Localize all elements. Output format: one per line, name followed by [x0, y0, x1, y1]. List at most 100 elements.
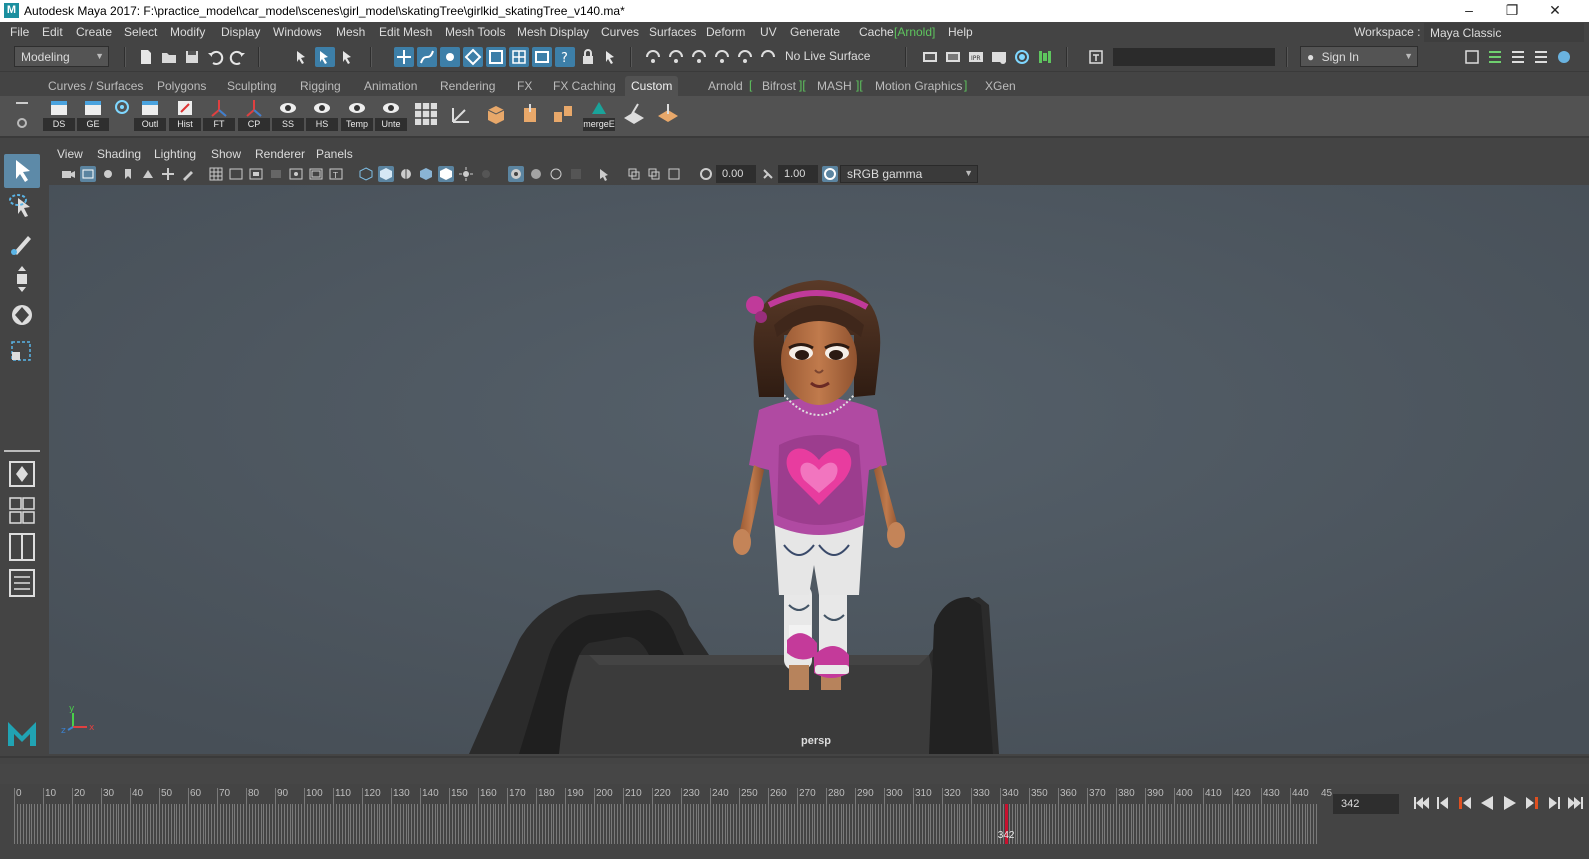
redo-icon[interactable]	[228, 47, 248, 67]
make-live-icon[interactable]	[509, 47, 529, 67]
shelf-button-mesh-tool-a[interactable]	[480, 98, 512, 134]
select-camera-icon[interactable]	[60, 166, 76, 182]
menu-deform[interactable]: Deform	[706, 25, 745, 39]
rotate-tool-icon[interactable]	[4, 298, 40, 332]
live-surface-field[interactable]: No Live Surface	[779, 46, 875, 67]
frame-all-icon[interactable]	[626, 166, 642, 182]
tab-rendering[interactable]: Rendering	[434, 76, 501, 96]
shelf-button-history[interactable]: Hist	[169, 98, 201, 134]
symmetry-icon[interactable]: ?	[555, 47, 575, 67]
current-frame-field[interactable]: 342	[1333, 794, 1399, 814]
play-backwards-icon[interactable]	[1477, 794, 1497, 812]
gate-mask-icon[interactable]	[268, 166, 284, 182]
paint-select-tool-icon[interactable]	[4, 226, 40, 260]
menu-display[interactable]: Display	[221, 25, 260, 39]
menu-curves[interactable]: Curves	[601, 25, 639, 39]
hypershade-icon[interactable]	[1012, 47, 1032, 67]
menu-arnold[interactable]: [Arnold]	[894, 25, 935, 39]
snap-to-surface-icon[interactable]	[712, 47, 732, 67]
quick-search-input[interactable]	[1113, 48, 1275, 66]
isolate-select-icon[interactable]	[508, 166, 524, 182]
menu-mesh-tools[interactable]: Mesh Tools	[445, 25, 505, 39]
shelf-button-ge[interactable]: GE	[77, 98, 109, 134]
shadows-icon[interactable]	[458, 166, 474, 182]
textured-icon[interactable]	[418, 166, 434, 182]
tab-curves-surfaces[interactable]: Curves / Surfaces	[42, 76, 149, 96]
render-view-icon[interactable]	[989, 47, 1009, 67]
gamma-field[interactable]: 1.00	[778, 165, 818, 183]
grease-pencil-icon[interactable]	[180, 166, 196, 182]
safe-title-icon[interactable]: T	[328, 166, 344, 182]
select-by-component-icon[interactable]	[338, 47, 358, 67]
four-view-layout-icon[interactable]	[4, 494, 40, 528]
shelf-button-ds[interactable]: DS	[43, 98, 75, 134]
select-highlighted-icon[interactable]	[601, 47, 621, 67]
move-tool-icon[interactable]	[4, 262, 40, 296]
arnold-render-icon[interactable]	[1035, 47, 1055, 67]
menu-mesh[interactable]: Mesh	[336, 25, 365, 39]
tab-animation[interactable]: Animation	[358, 76, 423, 96]
menu-help[interactable]: Help	[948, 25, 973, 39]
minimize-button[interactable]: –	[1449, 0, 1489, 22]
menu-surfaces[interactable]: Surfaces	[649, 25, 696, 39]
snap-point-icon[interactable]	[440, 47, 460, 67]
modeling-toolkit-icon[interactable]	[1462, 47, 1482, 67]
input-line-icon[interactable]	[1086, 47, 1106, 67]
magnet-icon[interactable]	[532, 47, 552, 67]
single-perspective-layout-icon[interactable]	[4, 458, 40, 492]
scale-tool-icon[interactable]	[4, 334, 40, 368]
two-view-layout-icon[interactable]	[4, 530, 40, 564]
menu-windows[interactable]: Windows	[273, 25, 322, 39]
shelf-button-plane-tool[interactable]	[652, 98, 684, 134]
outliner-layout-icon[interactable]	[4, 566, 40, 600]
select-by-hierarchy-icon[interactable]	[292, 47, 312, 67]
panel-menu-show[interactable]: Show	[211, 147, 241, 161]
timeline-track[interactable]: 0 10 20 30 40 50 60 70 80 90 100 110 120 130 140 150 160…	[14, 786, 1332, 858]
lasso-tool-icon[interactable]	[4, 190, 40, 224]
go-to-end-icon[interactable]	[1566, 794, 1586, 812]
shelf-button-show-selected[interactable]: SS	[272, 98, 304, 134]
panel-menu-renderer[interactable]: Renderer	[255, 147, 305, 161]
shelf-settings-icon[interactable]	[17, 118, 27, 128]
panel-menu-lighting[interactable]: Lighting	[154, 147, 196, 161]
camera-attributes-icon[interactable]	[80, 166, 96, 182]
tab-motion-graphics[interactable]: Motion Graphics	[869, 76, 968, 96]
menu-modify[interactable]: Modify	[170, 25, 205, 39]
restore-button[interactable]: ❐	[1492, 0, 1532, 22]
step-forward-frame-icon[interactable]	[1544, 794, 1564, 812]
xray-icon[interactable]	[528, 166, 544, 182]
frame-selected-icon[interactable]	[646, 166, 662, 182]
color-management-icon[interactable]	[822, 166, 838, 182]
wireframe-icon[interactable]	[358, 166, 374, 182]
panel-menu-panels[interactable]: Panels	[316, 147, 353, 161]
shelf-button-mesh-tool-c[interactable]	[548, 98, 580, 134]
shelf-button-center-pivot[interactable]: CP	[238, 98, 270, 134]
close-button[interactable]: ✕	[1535, 0, 1575, 22]
tab-arnold[interactable]: Arnold	[702, 76, 749, 96]
step-forward-key-icon[interactable]	[1522, 794, 1542, 812]
tool-settings-icon[interactable]	[1508, 47, 1528, 67]
ipr-render-icon[interactable]: IPR	[966, 47, 986, 67]
shelf-button-mesh-tool-b[interactable]	[514, 98, 546, 134]
go-to-start-icon[interactable]	[1411, 794, 1431, 812]
snap-curve-icon[interactable]	[417, 47, 437, 67]
xray-active-icon[interactable]	[568, 166, 584, 182]
workspace-dropdown[interactable]: Maya Classic	[1424, 23, 1584, 42]
shelf-button-edge-tool[interactable]	[618, 98, 650, 134]
shelf-button-untemplate[interactable]: Unte	[375, 98, 407, 134]
exposure-field[interactable]: 0.00	[716, 165, 756, 183]
menu-generate[interactable]: Generate	[790, 25, 840, 39]
image-plane-icon[interactable]	[140, 166, 156, 182]
two-d-pan-zoom-icon[interactable]	[160, 166, 176, 182]
snap-to-grid-icon[interactable]	[643, 47, 663, 67]
layer-editor-icon[interactable]	[1554, 47, 1574, 67]
color-space-dropdown[interactable]: sRGB gamma ▼	[840, 165, 978, 183]
shelf-button-hide-selected[interactable]: HS	[306, 98, 338, 134]
step-back-frame-icon[interactable]	[1433, 794, 1453, 812]
field-chart-icon[interactable]	[288, 166, 304, 182]
snap-to-curve-icon[interactable]	[666, 47, 686, 67]
zoom-region-icon[interactable]	[666, 166, 682, 182]
tab-sculpting[interactable]: Sculpting	[221, 76, 282, 96]
menu-create[interactable]: Create	[76, 25, 112, 39]
step-back-key-icon[interactable]	[1455, 794, 1475, 812]
